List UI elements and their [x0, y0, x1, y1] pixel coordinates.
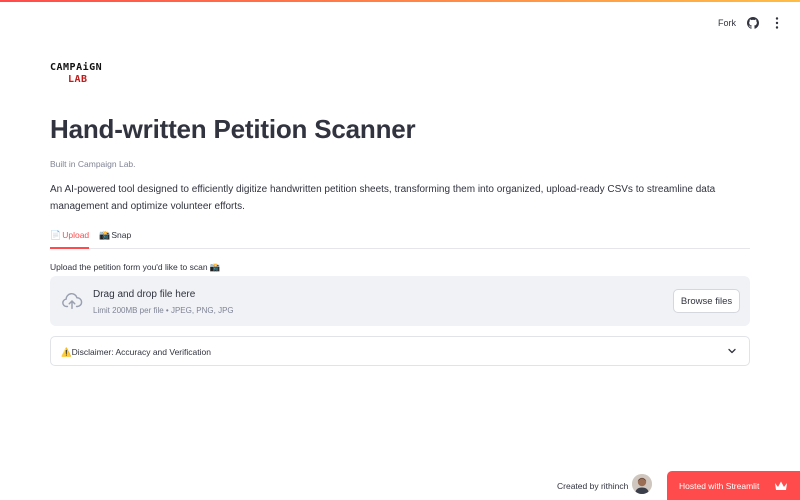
browse-files-button[interactable]: Browse files	[673, 289, 740, 313]
page-caption: Built in Campaign Lab.	[50, 159, 136, 169]
vertical-dots-menu-icon[interactable]	[770, 16, 784, 30]
created-by-text: Created by rithinch	[557, 481, 629, 491]
campaign-lab-logo: CAMPAiGN LAB	[50, 62, 102, 85]
file-dropzone[interactable]: Drag and drop file here Limit 200MB per …	[50, 276, 750, 326]
logo-line-2: LAB	[68, 74, 88, 85]
expander-label: ⚠️Disclaimer: Accuracy and Verification	[61, 347, 211, 357]
tab-upload-label: Upload	[62, 230, 90, 240]
logo-line-1: CAMPAiGN	[50, 62, 103, 73]
dropzone-title: Drag and drop file here	[93, 289, 196, 300]
document-icon: 📄	[50, 230, 62, 240]
hosted-label: Hosted with Streamlit	[679, 480, 760, 491]
tab-bar: 📄 Upload 📸 Snap	[50, 226, 750, 249]
cloud-upload-icon	[62, 292, 83, 310]
tab-snap-label: Snap	[111, 230, 132, 240]
page-description: An AI-powered tool designed to efficient…	[50, 184, 716, 212]
uploader-label: Upload the petition form you'd like to s…	[50, 262, 221, 272]
fork-link[interactable]: Fork	[718, 18, 736, 28]
avatar[interactable]	[632, 474, 652, 494]
github-icon[interactable]	[746, 16, 760, 30]
disclaimer-expander[interactable]: ⚠️Disclaimer: Accuracy and Verification	[50, 336, 750, 366]
camera-flash-icon: 📸	[99, 230, 111, 240]
hosted-with-streamlit-badge[interactable]: Hosted with Streamlit	[667, 471, 800, 500]
streamlit-crown-icon	[775, 481, 787, 490]
app-header: Fork	[718, 14, 784, 32]
dropzone-limit: Limit 200MB per file • JPEG, PNG, JPG	[93, 306, 234, 315]
tab-snap[interactable]: 📸 Snap	[99, 226, 131, 249]
top-decoration-bar	[0, 0, 800, 2]
page-title: Hand-written Petition Scanner	[50, 114, 416, 144]
chevron-down-icon	[728, 348, 736, 354]
tab-upload[interactable]: 📄 Upload	[50, 226, 90, 249]
